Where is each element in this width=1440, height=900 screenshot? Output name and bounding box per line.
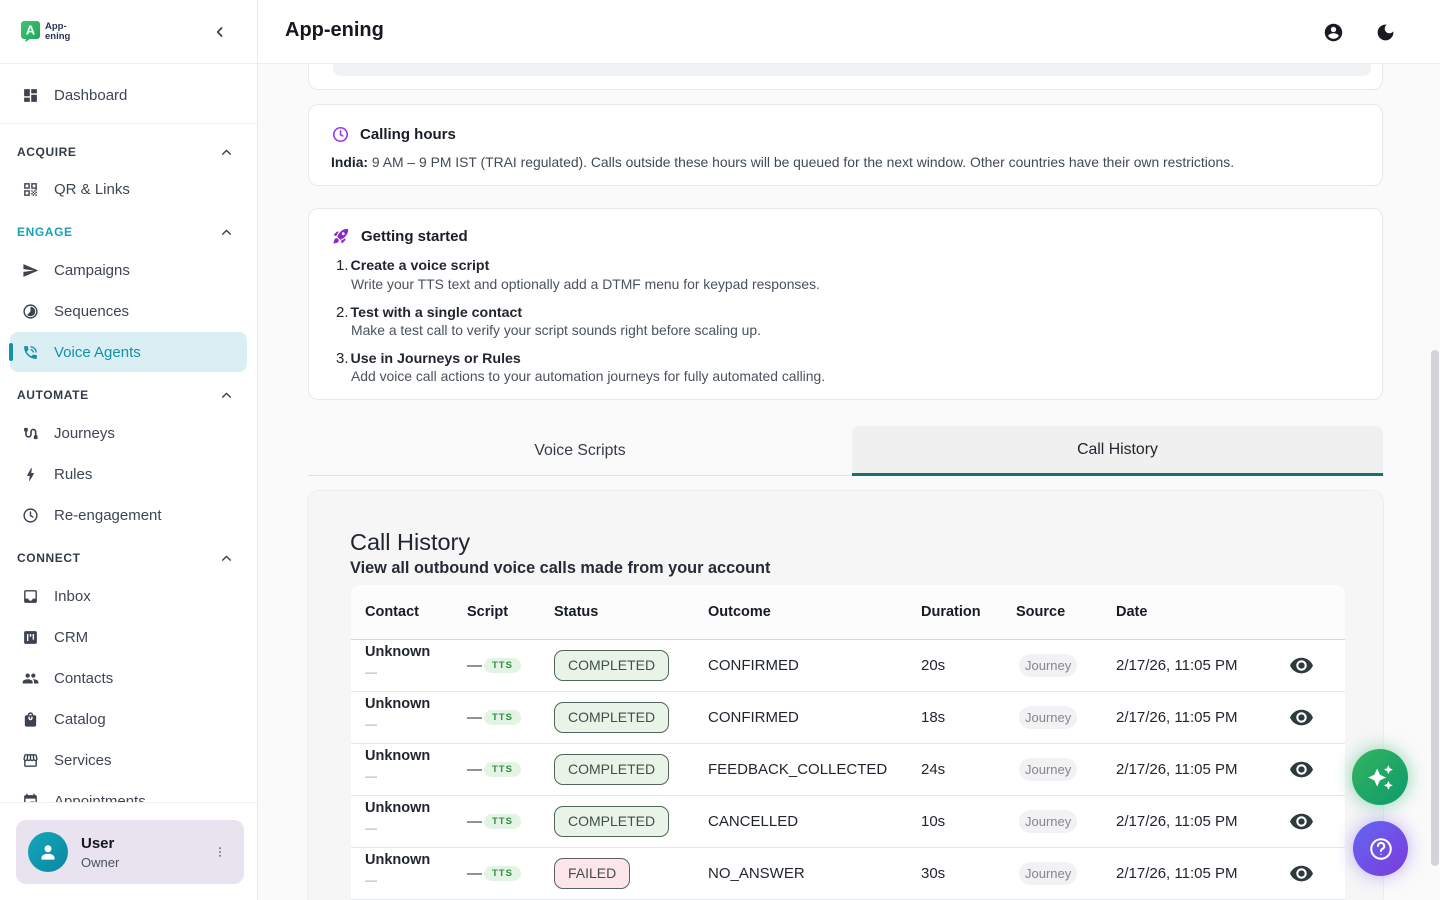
svg-text:A: A xyxy=(26,23,36,38)
